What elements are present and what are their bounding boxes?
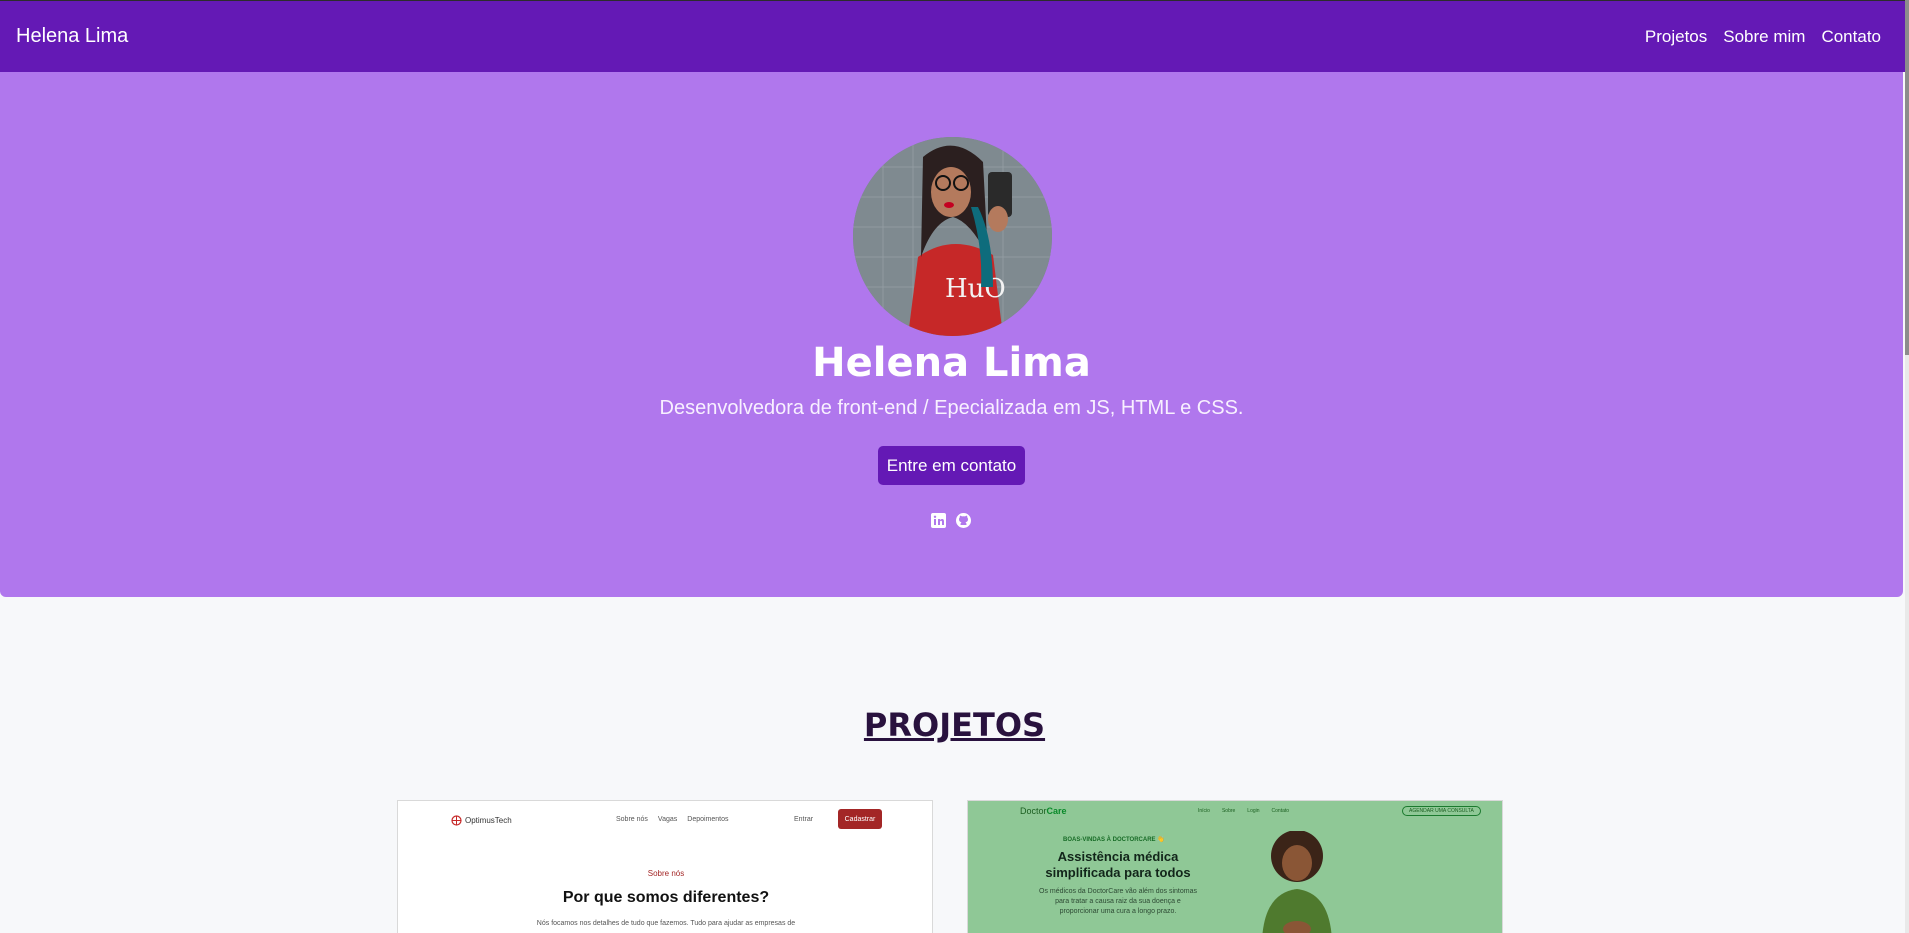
doctorcare-schedule-button: AGENDAR UMA CONSULTA [1402, 806, 1481, 816]
brand-link[interactable]: Helena Lima [16, 25, 128, 48]
hero-subtitle: Desenvolvedora de front-end / Epecializa… [659, 397, 1244, 419]
hero-name: Helena Lima [812, 340, 1091, 386]
nav-link-contato[interactable]: Contato [1821, 27, 1881, 47]
projects-heading: PROJETOS [863, 706, 1046, 744]
hero-section: HuO Helena Lima Desenvolvedora de front-… [0, 72, 1903, 597]
project-card-optimustech[interactable]: OptimusTech Sobre nós Vagas Depoimentos … [397, 800, 933, 933]
social-links [930, 512, 972, 529]
github-icon[interactable] [955, 512, 972, 529]
svg-text:HuO: HuO [945, 274, 1006, 304]
optimustech-nav-item: Vagas [657, 816, 678, 823]
doctorcare-nav-item: Início [1198, 808, 1210, 814]
optimustech-body: Nós focamos nos detalhes de tudo que faz… [536, 920, 796, 927]
doctorcare-nav: Início Sobre Login Contato [1198, 808, 1289, 814]
doctorcare-nav-item: Login [1247, 808, 1260, 814]
optimustech-logo: OptimusTech [451, 815, 512, 826]
nav-link-projetos[interactable]: Projetos [1645, 27, 1707, 47]
doctorcare-logo-part2: Care [1046, 806, 1067, 816]
optimustech-nav: Sobre nós Vagas Depoimentos [616, 816, 729, 823]
nav-link-sobre-mim[interactable]: Sobre mim [1723, 27, 1805, 47]
doctorcare-logo: DoctorCare [1020, 806, 1067, 816]
profile-photo-illustration: HuO [853, 137, 1052, 336]
optimustech-logo-icon [451, 815, 462, 826]
optimustech-kicker: Sobre nós [647, 869, 685, 878]
profile-photo: HuO [853, 137, 1052, 336]
top-navbar: Helena Lima Projetos Sobre mim Contato [0, 0, 1905, 72]
doctorcare-kicker: BOAS-VINDAS À DOCTORCARE 👋 [1063, 837, 1165, 843]
project-card-doctorcare[interactable]: DoctorCare Início Sobre Login Contato AG… [967, 800, 1503, 933]
linkedin-icon[interactable] [930, 512, 947, 529]
doctorcare-logo-part1: Doctor [1020, 806, 1047, 816]
doctorcare-nav-item: Contato [1271, 808, 1290, 814]
optimustech-enter: Entrar [794, 816, 814, 823]
scrollbar-thumb[interactable] [1905, 0, 1909, 355]
optimustech-heading: Por que somos diferentes? [562, 889, 770, 906]
doctorcare-doctor-image [1262, 831, 1332, 933]
contact-button[interactable]: Entre em contato [878, 446, 1025, 485]
nav-links: Projetos Sobre mim Contato [1645, 27, 1881, 47]
optimustech-nav-item: Depoimentos [687, 816, 729, 823]
optimustech-signup: Cadastrar [838, 809, 882, 829]
optimustech-nav-item: Sobre nós [616, 816, 648, 823]
doctorcare-body: Os médicos da DoctorCare vão além dos si… [1039, 888, 1197, 915]
optimustech-logo-text: OptimusTech [465, 816, 512, 825]
doctorcare-heading: Assistência médica simplificada para tod… [1045, 849, 1191, 880]
page-scrollbar[interactable] [1905, 0, 1909, 933]
doctorcare-nav-item: Sobre [1221, 808, 1236, 814]
